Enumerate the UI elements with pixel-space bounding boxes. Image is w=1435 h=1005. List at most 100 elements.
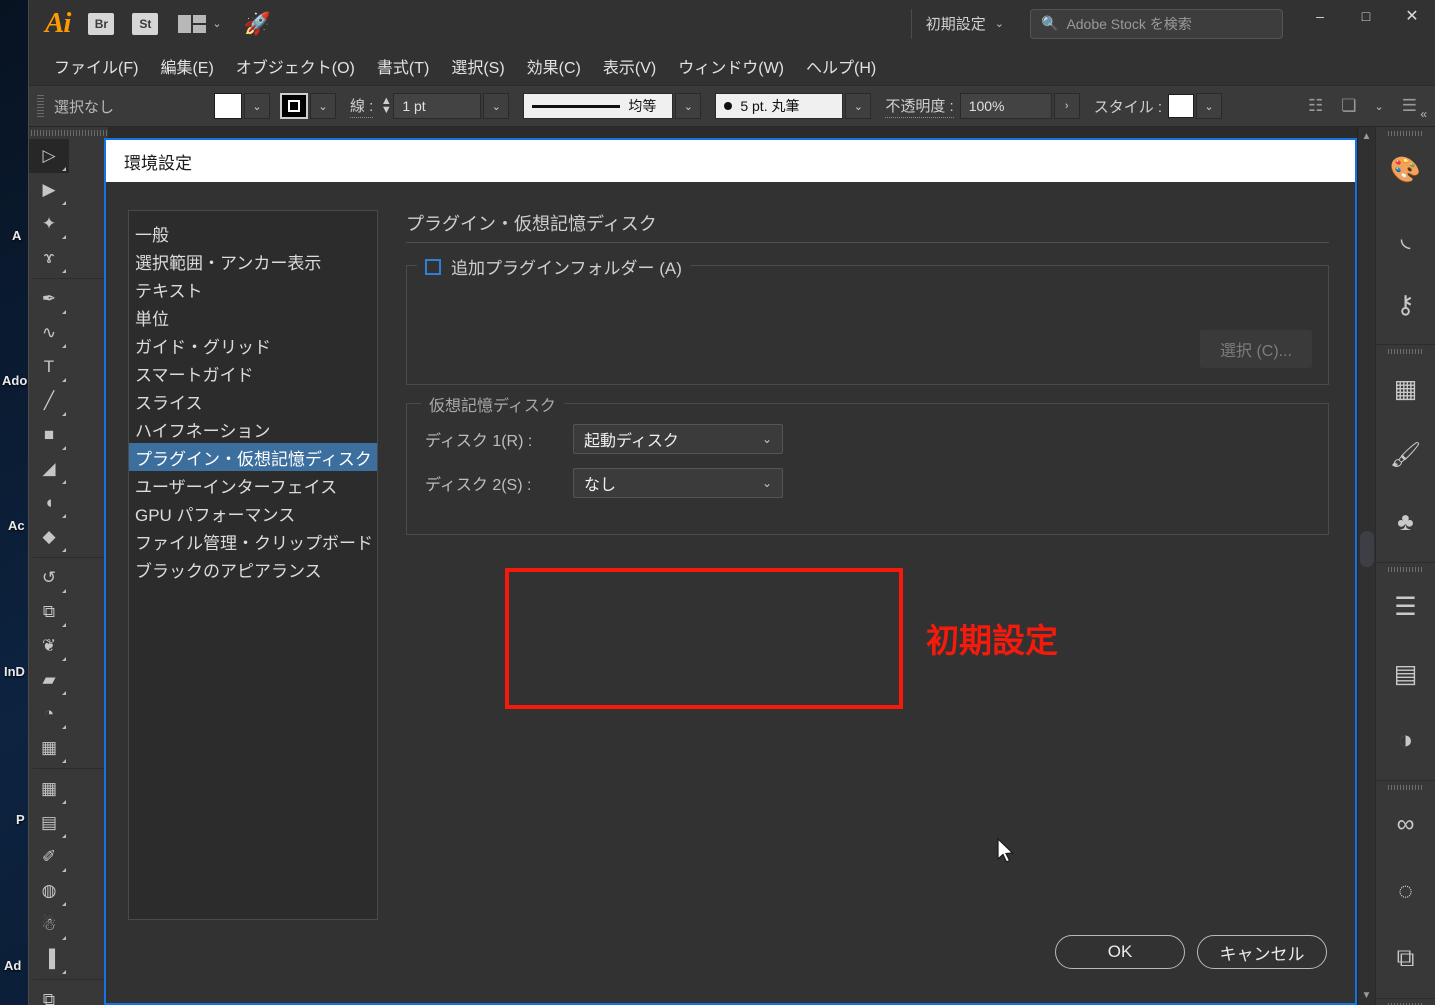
preferences-category-0[interactable]: 一般 <box>129 219 377 247</box>
menu-item-0[interactable]: ファイル(F) <box>43 54 149 78</box>
maximize-button[interactable]: □ <box>1343 0 1389 32</box>
scroll-down-icon[interactable]: ▼ <box>1362 990 1372 1001</box>
mesh-tool[interactable]: ▦ <box>29 772 69 806</box>
brush-definition-dropdown-icon[interactable]: ⌄ <box>845 93 872 119</box>
lasso-tool[interactable]: ɤ <box>29 241 69 275</box>
preferences-category-11[interactable]: ファイル管理・クリップボード <box>129 527 377 555</box>
preferences-category-4[interactable]: ガイド・グリッド <box>129 331 377 359</box>
panel-menu-icon[interactable]: ☰ <box>1402 96 1417 116</box>
stroke-weight-dropdown-icon[interactable]: ⌄ <box>483 93 510 119</box>
minimize-button[interactable]: – <box>1297 0 1343 32</box>
collapse-panels-icon[interactable]: « <box>1420 107 1427 121</box>
curvature-tool[interactable]: ∿ <box>29 316 69 350</box>
stroke-swatch[interactable] <box>280 93 308 119</box>
menu-item-6[interactable]: 表示(V) <box>592 54 667 78</box>
fill-swatch-group[interactable]: ⌄ <box>214 93 270 119</box>
paintbrush-tool[interactable]: ◖ <box>29 486 69 520</box>
tools-panel-grip[interactable] <box>29 127 108 139</box>
symbols-panel-icon[interactable]: ⚷ <box>1376 271 1435 338</box>
transparency-panel-icon[interactable]: ◑ <box>1376 707 1435 774</box>
artboards-panel-icon[interactable]: ⧉ <box>1376 925 1435 992</box>
scratch-disk-select-0[interactable]: 起動ディスク ⌄ <box>573 424 783 454</box>
magic-wand-tool[interactable]: ✦ <box>29 207 69 241</box>
brushes-panel-icon[interactable]: 🖌 <box>1376 422 1435 489</box>
symbols-library-icon[interactable]: ♣ <box>1376 489 1435 556</box>
scale-tool[interactable]: ⧉ <box>29 595 69 629</box>
workspace-switcher[interactable]: 初期設定 ⌄ <box>910 8 1018 39</box>
libraries-icon[interactable]: ◌ <box>1376 858 1435 925</box>
preferences-category-10[interactable]: GPU パフォーマンス <box>129 499 377 527</box>
menu-item-4[interactable]: 選択(S) <box>440 54 515 78</box>
menu-item-1[interactable]: 編集(E) <box>149 54 224 78</box>
free-transform-tool[interactable]: ▰ <box>29 663 69 697</box>
stroke-profile-dropdown-icon[interactable]: ⌄ <box>675 93 702 119</box>
blend-tool[interactable]: ◍ <box>29 874 69 908</box>
scratch-disk-select-1[interactable]: なし ⌄ <box>573 468 783 498</box>
canvas-vertical-scrollbar[interactable]: ▲ ▼ <box>1357 127 1375 1005</box>
brush-definition-field[interactable]: 5 pt. 丸筆 <box>715 93 844 119</box>
swatches-panel-icon[interactable]: ▦ <box>1376 355 1435 422</box>
eraser-tool[interactable]: ◆ <box>29 520 69 554</box>
style-dropdown-icon[interactable]: ⌄ <box>1196 93 1223 119</box>
fill-swatch[interactable] <box>214 93 242 119</box>
stock-search-input[interactable]: 🔍 Adobe Stock を検索 <box>1030 8 1283 39</box>
fill-dropdown-icon[interactable]: ⌄ <box>244 93 270 119</box>
arrange-documents-icon[interactable]: ⌄ <box>178 14 222 33</box>
transform-icon[interactable]: ❏ <box>1341 96 1356 116</box>
stroke-weight-stepper[interactable]: ▲ ▼ <box>379 96 393 116</box>
opacity-field[interactable]: 100% <box>959 93 1052 119</box>
preferences-category-2[interactable]: テキスト <box>129 275 377 303</box>
color-panel-icon[interactable]: 🎨 <box>1376 137 1435 204</box>
preferences-category-9[interactable]: ユーザーインターフェイス <box>129 471 377 499</box>
dock-group-grip[interactable] <box>1376 781 1435 791</box>
rectangle-tool[interactable]: ■ <box>29 418 69 452</box>
dock-group-grip[interactable] <box>1376 563 1435 573</box>
menu-item-8[interactable]: ヘルプ(H) <box>795 54 887 78</box>
selection-tool[interactable]: ▷ <box>29 139 69 173</box>
rotate-tool[interactable]: ↺ <box>29 561 69 595</box>
stroke-profile-field[interactable]: 均等 <box>523 93 674 119</box>
gradient-tool[interactable]: ▤ <box>29 806 69 840</box>
stock-icon[interactable]: St <box>132 12 159 35</box>
scroll-up-icon[interactable]: ▲ <box>1362 131 1372 142</box>
creative-cloud-icon[interactable]: ∞ <box>1376 791 1435 858</box>
close-button[interactable]: ✕ <box>1389 0 1435 32</box>
control-bar-grip[interactable] <box>37 95 44 117</box>
preferences-category-5[interactable]: スマートガイド <box>129 359 377 387</box>
gradient-panel-icon[interactable]: ◟ <box>1376 204 1435 271</box>
preferences-category-8[interactable]: プラグイン・仮想記憶ディスク <box>129 443 377 471</box>
scrollbar-thumb[interactable] <box>1359 530 1374 567</box>
preferences-category-1[interactable]: 選択範囲・アンカー表示 <box>129 247 377 275</box>
column-graph-tool[interactable]: ▐ <box>29 942 69 976</box>
menu-item-2[interactable]: オブジェクト(O) <box>225 54 366 78</box>
direct-selection-tool[interactable]: ▶ <box>29 173 69 207</box>
type-tool[interactable]: T <box>29 350 69 384</box>
cancel-button[interactable]: キャンセル <box>1197 935 1327 969</box>
rocket-icon[interactable]: 🚀 <box>244 11 271 37</box>
eyedropper-tool[interactable]: ✐ <box>29 840 69 874</box>
preferences-category-12[interactable]: ブラックのアピアランス <box>129 555 377 583</box>
style-swatch[interactable] <box>1168 94 1195 118</box>
dock-group-grip[interactable] <box>1376 345 1435 355</box>
blob-brush-tool[interactable]: ◢ <box>29 452 69 486</box>
width-tool[interactable]: ❦ <box>29 629 69 663</box>
opacity-options-icon[interactable]: › <box>1053 93 1080 119</box>
pen-tool[interactable]: ✒ <box>29 282 69 316</box>
preferences-category-3[interactable]: 単位 <box>129 303 377 331</box>
menu-item-7[interactable]: ウィンドウ(W) <box>667 54 795 78</box>
align-icon[interactable]: ☷ <box>1308 96 1323 116</box>
artboard-tool[interactable]: ⧉ <box>29 983 69 1005</box>
ok-button[interactable]: OK <box>1055 935 1185 969</box>
menu-item-5[interactable]: 効果(C) <box>516 54 592 78</box>
preferences-category-6[interactable]: スライス <box>129 387 377 415</box>
bridge-icon[interactable]: Br <box>88 12 115 35</box>
stroke-weight-field[interactable]: 1 pt <box>393 93 482 119</box>
dock-group-grip[interactable] <box>1376 127 1435 137</box>
symbol-sprayer-tool[interactable]: ☃ <box>29 908 69 942</box>
dock-group-grip[interactable] <box>1376 999 1435 1005</box>
shape-builder-tool[interactable]: ◔ <box>29 697 69 731</box>
stroke-dropdown-icon[interactable]: ⌄ <box>310 93 336 119</box>
appearance-panel-icon[interactable]: ▤ <box>1376 640 1435 707</box>
align-panel-icon[interactable]: ☰ <box>1376 573 1435 640</box>
perspective-grid-tool[interactable]: ▦ <box>29 731 69 765</box>
